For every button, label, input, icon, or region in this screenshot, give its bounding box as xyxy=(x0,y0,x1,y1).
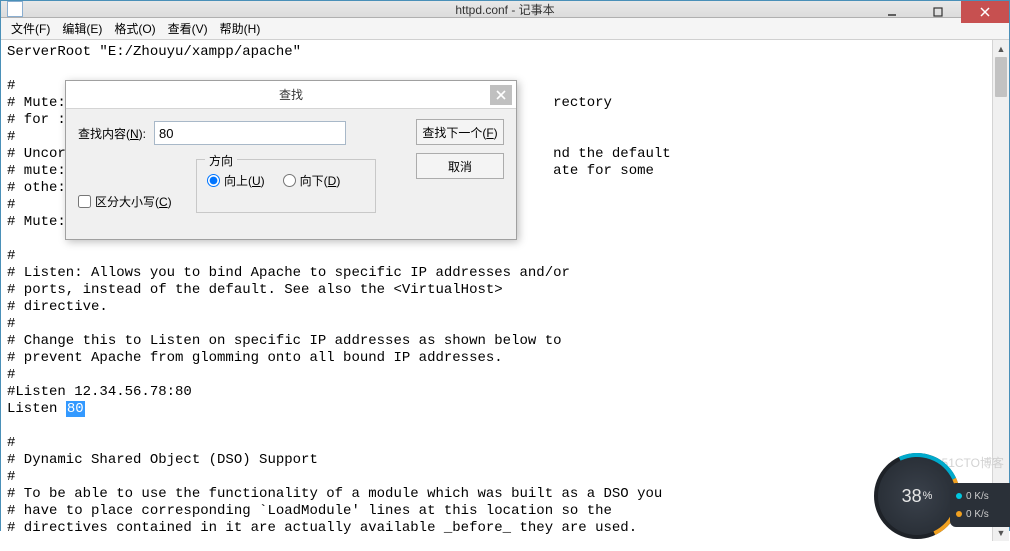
download-icon xyxy=(956,511,962,517)
scroll-thumb[interactable] xyxy=(995,57,1007,97)
find-what-label: 查找内容(N): xyxy=(78,125,146,142)
cancel-button[interactable]: 取消 xyxy=(416,153,504,179)
window-title: httpd.conf - 记事本 xyxy=(455,1,554,18)
menu-file[interactable]: 文件(F) xyxy=(5,18,56,39)
menu-help[interactable]: 帮助(H) xyxy=(214,18,267,39)
match-case-input[interactable] xyxy=(78,195,91,208)
find-next-button[interactable]: 查找下一个(F) xyxy=(416,119,504,145)
find-dialog-titlebar: 查找 xyxy=(66,81,516,109)
app-icon xyxy=(7,1,23,17)
find-dialog-close-button[interactable] xyxy=(490,85,512,105)
upload-speed: 0 K/s xyxy=(966,491,989,502)
radio-down[interactable]: 向下(D) xyxy=(283,172,341,189)
direction-group: 方向 向上(U) 向下(D) xyxy=(196,159,376,213)
menu-edit[interactable]: 编辑(E) xyxy=(56,18,108,39)
maximize-button[interactable] xyxy=(915,1,961,23)
find-dialog: 查找 查找内容(N): 查找下一个(F) 取消 方向 向上(U) 向下(D) xyxy=(65,80,517,240)
upload-icon xyxy=(956,493,962,499)
find-dialog-title: 查找 xyxy=(279,86,303,103)
titlebar: httpd.conf - 记事本 xyxy=(1,1,1009,18)
match-case-checkbox[interactable]: 区分大小写(C) xyxy=(78,193,172,210)
scroll-up-arrow[interactable]: ▲ xyxy=(993,40,1009,57)
radio-up[interactable]: 向上(U) xyxy=(207,172,265,189)
direction-legend: 方向 xyxy=(205,152,237,169)
gauge-value: 38 xyxy=(902,486,922,507)
menu-view[interactable]: 查看(V) xyxy=(162,18,214,39)
network-widget: 0 K/s 0 K/s xyxy=(950,483,1010,527)
minimize-button[interactable] xyxy=(869,1,915,23)
download-speed: 0 K/s xyxy=(966,509,989,520)
find-dialog-body: 查找内容(N): 查找下一个(F) 取消 方向 向上(U) 向下(D) xyxy=(66,109,516,239)
close-button[interactable] xyxy=(961,1,1009,23)
radio-up-input[interactable] xyxy=(207,174,220,187)
menu-format[interactable]: 格式(O) xyxy=(108,18,161,39)
menubar: 文件(F) 编辑(E) 格式(O) 查看(V) 帮助(H) xyxy=(1,18,1009,40)
window-controls xyxy=(869,1,1009,23)
radio-down-input[interactable] xyxy=(283,174,296,187)
find-input[interactable] xyxy=(154,121,346,145)
cpu-gauge-widget: 38% xyxy=(874,453,960,539)
gauge-unit: % xyxy=(923,490,933,502)
